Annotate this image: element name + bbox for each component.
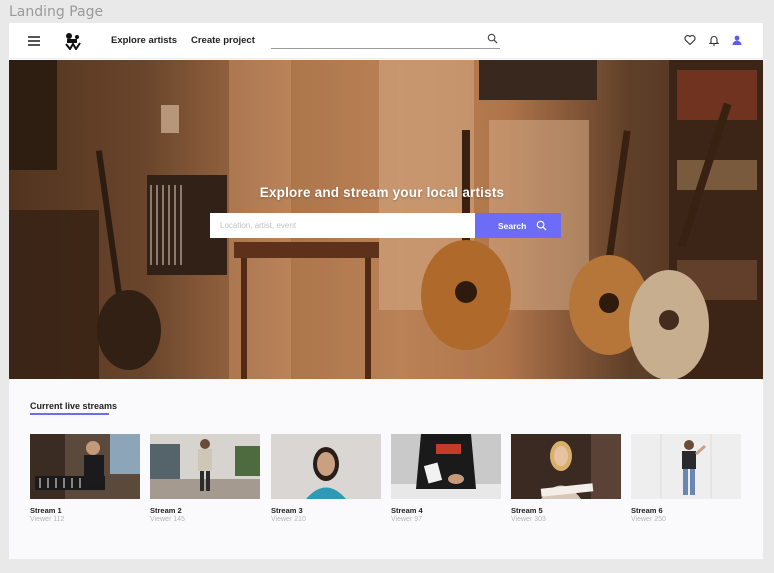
stream-card-3[interactable]: Stream 3 Viewer 210 xyxy=(271,434,381,523)
landing-page-frame: Explore artists Create project Explore a… xyxy=(9,23,763,559)
hero-banner: Explore and stream your local artists Se… xyxy=(9,60,763,379)
page-label: Landing Page xyxy=(9,4,104,20)
search-icon xyxy=(536,220,547,231)
stream-name: Stream 4 xyxy=(391,506,423,515)
stream-name: Stream 3 xyxy=(271,506,303,515)
nav-search-input[interactable] xyxy=(271,31,481,47)
stream-card-6[interactable]: Stream 6 Viewer 250 xyxy=(631,434,741,523)
stream-card-4[interactable]: Stream 4 Viewer 97 xyxy=(391,434,501,523)
live-streams-title: Current live streams xyxy=(30,401,118,411)
top-navbar: Explore artists Create project xyxy=(9,23,763,59)
stream-viewers: Viewer 303 xyxy=(511,516,546,523)
stream-card-1[interactable]: Stream 1 Viewer 112 xyxy=(30,434,140,523)
hero-search-input[interactable] xyxy=(210,213,475,238)
create-project-link[interactable]: Create project xyxy=(191,35,255,46)
explore-artists-link[interactable]: Explore artists xyxy=(111,35,177,46)
heart-icon[interactable] xyxy=(684,34,696,46)
stream-thumbnail[interactable] xyxy=(150,434,260,499)
bell-icon[interactable] xyxy=(708,34,720,46)
hero-title: Explore and stream your local artists xyxy=(259,185,505,200)
stream-card-5[interactable]: Stream 5 Viewer 303 xyxy=(511,434,621,523)
stream-thumbnail[interactable] xyxy=(511,434,621,499)
stream-viewers: Viewer 97 xyxy=(391,516,423,523)
stream-thumbnail[interactable] xyxy=(271,434,381,499)
hero-search-button[interactable]: Search xyxy=(475,213,561,238)
hero-search-button-label: Search xyxy=(498,220,527,231)
hamburger-icon[interactable] xyxy=(28,36,40,46)
stream-thumbnail[interactable] xyxy=(631,434,741,499)
music-logo-icon[interactable] xyxy=(64,32,82,50)
stream-name: Stream 2 xyxy=(150,506,182,515)
stream-card-2[interactable]: Stream 2 Viewer 145 xyxy=(150,434,260,523)
stream-name: Stream 1 xyxy=(30,506,62,515)
user-icon[interactable] xyxy=(731,34,743,46)
stream-viewers: Viewer 250 xyxy=(631,516,666,523)
stream-name: Stream 5 xyxy=(511,506,543,515)
hero-search-bar: Search xyxy=(210,213,561,238)
search-icon[interactable] xyxy=(487,33,498,44)
stream-name: Stream 6 xyxy=(631,506,663,515)
stream-viewers: Viewer 145 xyxy=(150,516,185,523)
stream-thumbnail[interactable] xyxy=(391,434,501,499)
nav-search-bar xyxy=(271,31,500,49)
stream-thumbnail[interactable] xyxy=(30,434,140,499)
stream-viewers: Viewer 112 xyxy=(30,516,65,523)
live-streams-underline xyxy=(30,413,109,415)
stream-viewers: Viewer 210 xyxy=(271,516,306,523)
